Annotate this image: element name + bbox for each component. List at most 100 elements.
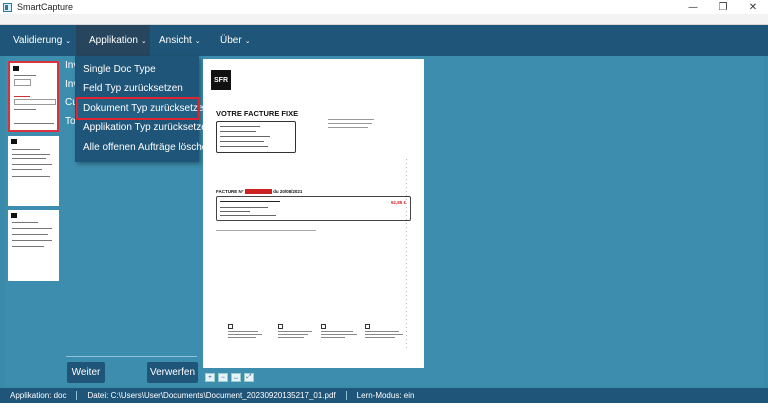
thumbnail-line	[12, 222, 38, 223]
chevron-down-icon: ⌄	[194, 37, 201, 45]
store-icon	[321, 324, 326, 329]
text-line	[365, 334, 403, 335]
thumbnail-line	[12, 158, 46, 159]
amount-box: 52,85 €	[216, 196, 411, 221]
menu-validierung[interactable]: Validierung ⌄	[0, 25, 76, 56]
text-line	[328, 123, 372, 124]
page-thumbnail-3[interactable]	[8, 210, 59, 281]
text-line	[220, 126, 260, 127]
menu-item-delete-open-jobs[interactable]: Alle offenen Aufträge löschen	[75, 138, 213, 157]
text-line	[321, 334, 357, 335]
thumbnail-line	[12, 234, 48, 235]
toolbar-spacer	[0, 14, 768, 25]
invoice-number-line: FACTURE N° XXXXXXXXX du 20/08/2021	[216, 189, 302, 194]
recipient-address	[328, 119, 374, 131]
thumbnail-logo	[11, 139, 17, 144]
app-icon	[3, 2, 12, 12]
window-title: SmartCapture	[17, 2, 74, 12]
text-line	[278, 337, 304, 338]
text-line	[216, 230, 316, 231]
phone-icon	[278, 324, 283, 329]
fit-page-icon[interactable]: ⤢	[244, 373, 254, 382]
thumbnail-logo	[13, 66, 19, 71]
page-thumbnail-panel	[5, 56, 62, 386]
document-title: VOTRE FACTURE FIXE	[216, 109, 299, 118]
status-bar: Applikation: doc Datei: C:\Users\User\Do…	[0, 388, 768, 403]
customer-info-box	[216, 121, 296, 153]
applikation-dropdown: Single Doc Type Feld Typ zurücksetzen Do…	[75, 56, 213, 162]
title-bar: SmartCapture — ❐ ✕	[0, 0, 768, 14]
text-line	[321, 331, 353, 332]
close-button[interactable]: ✕	[738, 0, 768, 14]
text-line	[220, 211, 250, 212]
thumbnail-box	[14, 79, 31, 86]
weiter-button[interactable]: Weiter	[67, 362, 105, 383]
text-line	[278, 331, 312, 332]
thumbnail-line	[12, 246, 44, 247]
text-line	[220, 215, 276, 216]
menu-ueber[interactable]: Über ⌄	[206, 25, 266, 56]
app-window: SmartCapture — ❐ ✕ Validierung ⌄ Applika…	[0, 0, 768, 408]
viewer-toolbar: + − ↔ ⤢	[205, 373, 254, 382]
menu-label: Ansicht	[159, 35, 192, 46]
menu-item-single-doc-type[interactable]: Single Doc Type	[75, 60, 199, 79]
menu-item-applikation-typ-reset[interactable]: Applikation Typ zurücksetzen	[75, 118, 212, 137]
chevron-down-icon: ⌄	[65, 37, 72, 45]
status-application: Applikation: doc	[10, 391, 67, 400]
menu-item-feld-typ-reset[interactable]: Feld Typ zurücksetzen	[75, 79, 199, 98]
window-controls: — ❐ ✕	[678, 0, 768, 14]
zoom-out-icon[interactable]: −	[218, 373, 228, 382]
thumbnail-line	[14, 123, 54, 124]
text-line	[365, 337, 395, 338]
thumbnail-line	[14, 75, 36, 76]
menu-ansicht[interactable]: Ansicht ⌄	[150, 25, 206, 56]
menu-applikation[interactable]: Applikation ⌄	[76, 25, 150, 56]
chevron-down-icon: ⌄	[140, 37, 147, 45]
sfr-logo: SFR	[211, 70, 231, 90]
footer-section	[321, 324, 361, 340]
thumbnail-line	[14, 96, 30, 97]
text-line	[365, 331, 399, 332]
thumbnail-line	[12, 164, 52, 165]
thumbnail-line	[12, 154, 50, 155]
document-page[interactable]: SFR VOTRE FACTURE FIXE FACTURE N° XXXXXX…	[203, 59, 424, 368]
thumbnail-logo	[11, 213, 17, 218]
thumbnail-line	[12, 240, 52, 241]
menu-label: Applikation	[89, 35, 138, 46]
text-line	[228, 334, 262, 335]
text-line	[220, 141, 264, 142]
thumbnail-line	[12, 176, 50, 177]
document-viewer: SFR VOTRE FACTURE FIXE FACTURE N° XXXXXX…	[200, 56, 428, 386]
footer-section	[228, 324, 268, 340]
footer-section	[365, 324, 405, 340]
text-line	[220, 131, 256, 132]
text-line	[328, 119, 374, 120]
fit-width-icon[interactable]: ↔	[231, 373, 241, 382]
minimize-button[interactable]: —	[678, 0, 708, 14]
text-line	[228, 331, 258, 332]
zoom-in-icon[interactable]: +	[205, 373, 215, 382]
invoice-date: du 20/08/2021	[271, 189, 303, 194]
menu-label: Über	[220, 35, 242, 46]
thumbnail-line	[14, 109, 36, 110]
window-bottom-edge	[0, 403, 768, 408]
thumbnail-line	[12, 228, 52, 229]
footer-section	[278, 324, 318, 340]
maximize-button[interactable]: ❐	[708, 0, 738, 14]
mail-icon	[365, 324, 370, 329]
panel-divider	[66, 356, 197, 357]
status-learn-mode: Lern-Modus: ein	[356, 391, 415, 400]
verwerfen-button[interactable]: Verwerfen	[147, 362, 198, 383]
text-line	[278, 334, 308, 335]
menu-item-dokument-typ-reset[interactable]: Dokument Typ zurücksetzen	[76, 97, 209, 120]
user-icon	[228, 324, 233, 329]
workspace-panel	[428, 56, 764, 386]
page-thumbnail-2[interactable]	[8, 136, 59, 206]
text-line	[220, 201, 280, 202]
text-line	[328, 127, 368, 128]
thumbnail-line	[12, 149, 40, 150]
text-line	[321, 337, 345, 338]
invoice-number: XXXXXXXXX	[244, 189, 272, 194]
page-thumbnail-1[interactable]	[8, 61, 59, 132]
thumbnail-line	[12, 169, 42, 170]
